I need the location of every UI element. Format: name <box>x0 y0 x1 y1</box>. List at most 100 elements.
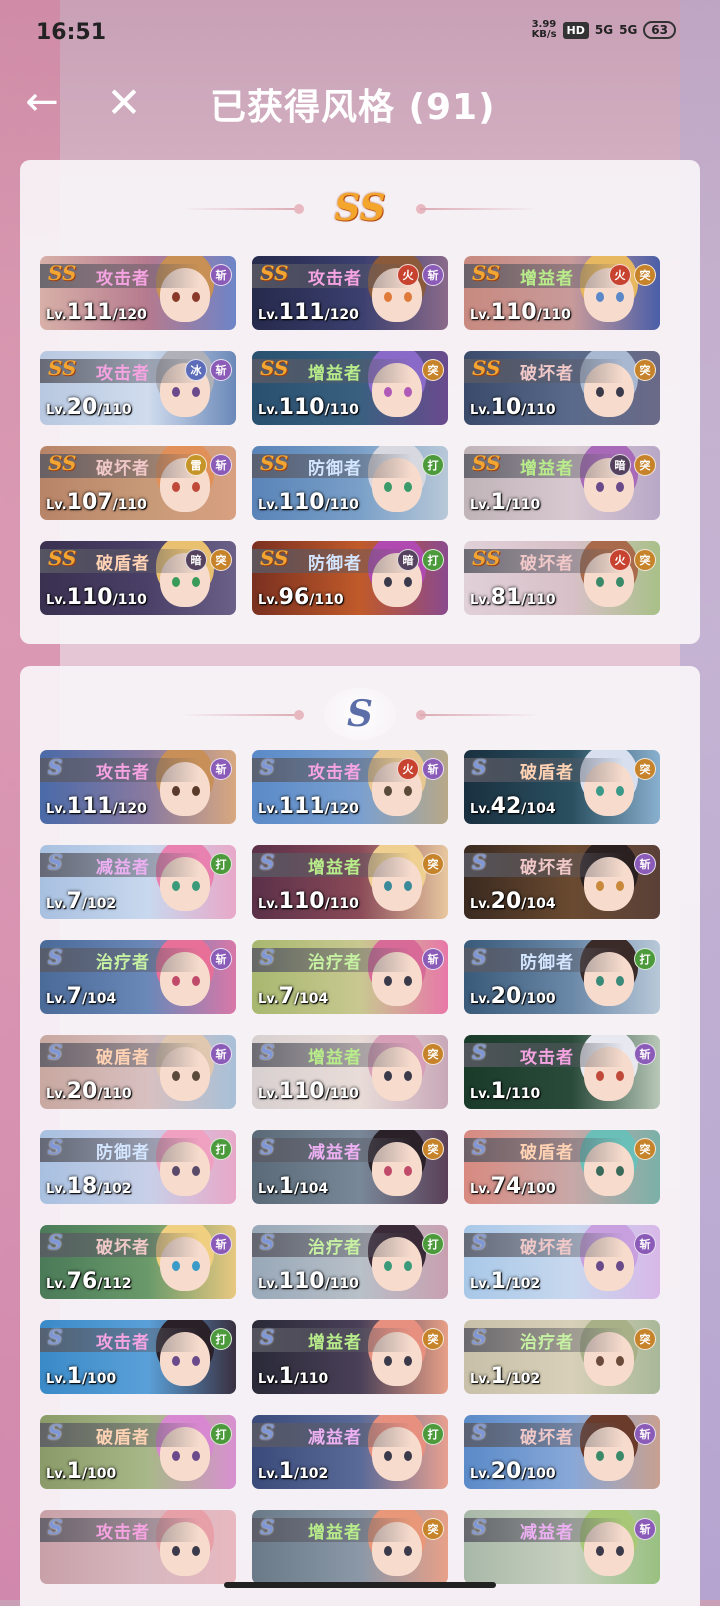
attribute-badges: 打 <box>210 1423 232 1445</box>
style-card[interactable]: S 攻击者 <box>40 1510 236 1584</box>
attribute-badges: 斩 <box>634 853 656 875</box>
level-max: /100 <box>521 1181 556 1197</box>
character-eye <box>384 482 392 492</box>
style-card[interactable]: S 减益者 打 Lv.1/102 <box>252 1415 448 1489</box>
role-label: 治疗者 <box>308 1238 362 1258</box>
home-indicator[interactable] <box>224 1582 496 1588</box>
character-eye <box>384 1261 392 1271</box>
style-card[interactable]: SS 破坏者 雷斩 Lv.107/110 <box>40 446 236 520</box>
style-card[interactable]: S 攻击者 斩 Lv.111/120 <box>40 750 236 824</box>
character-eye <box>172 1356 180 1366</box>
attribute-badges: 突 <box>634 359 656 381</box>
style-card[interactable]: S 增益者 突 <box>252 1510 448 1584</box>
level-prefix: Lv. <box>46 308 67 323</box>
character-eye <box>404 1546 412 1556</box>
back-arrow-icon[interactable]: ← <box>18 78 66 126</box>
level-prefix: Lv. <box>258 1467 279 1482</box>
character-eye <box>404 482 412 492</box>
style-card[interactable]: S 治疗者 斩 Lv.7/104 <box>252 940 448 1014</box>
attribute-badge: 突 <box>422 359 444 381</box>
role-label: 减益者 <box>96 858 150 878</box>
level-current: 1 <box>66 1459 82 1484</box>
level-prefix: Lv. <box>258 403 279 418</box>
character-eye <box>192 387 200 397</box>
level-max: /120 <box>324 307 359 323</box>
character-eye <box>172 577 180 587</box>
style-card[interactable]: S 防御者 打 Lv.20/100 <box>464 940 660 1014</box>
character-eye <box>192 577 200 587</box>
divider <box>420 208 540 210</box>
level-label: Lv.110/110 <box>46 585 147 610</box>
role-label: 攻击者 <box>308 763 362 783</box>
style-card[interactable]: S 破盾者 打 Lv.1/100 <box>40 1415 236 1489</box>
rank-icon: S <box>260 755 275 779</box>
level-current: 107 <box>66 490 113 515</box>
style-card[interactable]: S 攻击者 打 Lv.1/100 <box>40 1320 236 1394</box>
role-label: 破坏者 <box>520 1428 574 1448</box>
style-card[interactable]: SS 破盾者 暗突 Lv.110/110 <box>40 541 236 615</box>
level-label: Lv.1/110 <box>470 490 540 515</box>
close-icon[interactable]: ✕ <box>100 78 148 127</box>
style-card[interactable]: S 破坏者 斩 Lv.1/102 <box>464 1225 660 1299</box>
style-card[interactable]: S 治疗者 突 Lv.1/102 <box>464 1320 660 1394</box>
rank-icon: S <box>260 1420 275 1444</box>
style-card[interactable]: SS 攻击者 斩 Lv.111/120 <box>40 256 236 330</box>
rank-icon: S <box>472 1040 487 1064</box>
style-card[interactable]: S 增益者 突 Lv.110/110 <box>252 1035 448 1109</box>
style-card[interactable]: SS 攻击者 火斩 Lv.111/120 <box>252 256 448 330</box>
style-card[interactable]: S 减益者 打 Lv.7/102 <box>40 845 236 919</box>
signal-icon: 5G <box>619 23 638 37</box>
rank-icon: S <box>260 945 275 969</box>
style-card[interactable]: SS 增益者 火突 Lv.110/110 <box>464 256 660 330</box>
level-current: 7 <box>66 984 82 1009</box>
style-card[interactable]: SS 破坏者 突 Lv.10/110 <box>464 351 660 425</box>
style-card[interactable]: SS 增益者 暗突 Lv.1/110 <box>464 446 660 520</box>
style-card[interactable]: SS 攻击者 冰斩 Lv.20/110 <box>40 351 236 425</box>
header: ← ✕ 已获得风格 (91) <box>0 72 720 132</box>
style-card[interactable]: S 攻击者 斩 Lv.1/110 <box>464 1035 660 1109</box>
level-label: Lv.20/100 <box>470 1459 556 1484</box>
character-eye <box>172 786 180 796</box>
level-current: 110 <box>278 889 325 914</box>
attribute-badge: 冰 <box>185 359 207 381</box>
style-card[interactable]: S 增益者 突 Lv.1/110 <box>252 1320 448 1394</box>
character-eye <box>616 786 624 796</box>
attribute-badge: 斩 <box>210 948 232 970</box>
level-max: /110 <box>505 1086 541 1102</box>
character-eye <box>616 482 624 492</box>
style-card[interactable]: S 治疗者 斩 Lv.7/104 <box>40 940 236 1014</box>
role-label: 攻击者 <box>96 1333 150 1353</box>
style-card[interactable]: S 减益者 突 Lv.1/104 <box>252 1130 448 1204</box>
style-card[interactable]: SS 破坏者 火突 Lv.81/110 <box>464 541 660 615</box>
role-label: 增益者 <box>520 269 574 289</box>
style-card[interactable]: S 破盾者 突 Lv.74/100 <box>464 1130 660 1204</box>
divider-dot <box>294 204 304 214</box>
character-eye <box>192 881 200 891</box>
style-card[interactable]: S 减益者 斩 <box>464 1510 660 1584</box>
style-card[interactable]: SS 防御者 打 Lv.110/110 <box>252 446 448 520</box>
style-card[interactable]: S 防御者 打 Lv.18/102 <box>40 1130 236 1204</box>
role-label: 攻击者 <box>96 763 150 783</box>
style-card[interactable]: S 破盾者 斩 Lv.20/110 <box>40 1035 236 1109</box>
style-card[interactable]: S 破盾者 突 Lv.42/104 <box>464 750 660 824</box>
level-label: Lv.1/110 <box>470 1079 540 1104</box>
style-card[interactable]: S 破坏者 斩 Lv.20/100 <box>464 1415 660 1489</box>
attribute-badges: 火突 <box>609 264 656 286</box>
role-label: 破盾者 <box>520 763 574 783</box>
style-card[interactable]: S 增益者 突 Lv.110/110 <box>252 845 448 919</box>
style-card[interactable]: SS 增益者 突 Lv.110/110 <box>252 351 448 425</box>
rank-icon: S <box>472 1515 487 1539</box>
style-card[interactable]: S 破坏者 斩 Lv.20/104 <box>464 845 660 919</box>
style-card[interactable]: S 治疗者 打 Lv.110/110 <box>252 1225 448 1299</box>
attribute-badge: 斩 <box>634 1518 656 1540</box>
level-max: /110 <box>505 497 541 513</box>
role-label: 攻击者 <box>96 269 150 289</box>
character-eye <box>596 1356 604 1366</box>
attribute-badge: 打 <box>422 454 444 476</box>
level-prefix: Lv. <box>46 1467 67 1482</box>
style-card[interactable]: S 攻击者 火斩 Lv.111/120 <box>252 750 448 824</box>
attribute-badge: 火 <box>609 264 631 286</box>
style-card[interactable]: S 破坏者 斩 Lv.76/112 <box>40 1225 236 1299</box>
role-label: 破坏者 <box>520 1238 574 1258</box>
style-card[interactable]: SS 防御者 暗打 Lv.96/110 <box>252 541 448 615</box>
